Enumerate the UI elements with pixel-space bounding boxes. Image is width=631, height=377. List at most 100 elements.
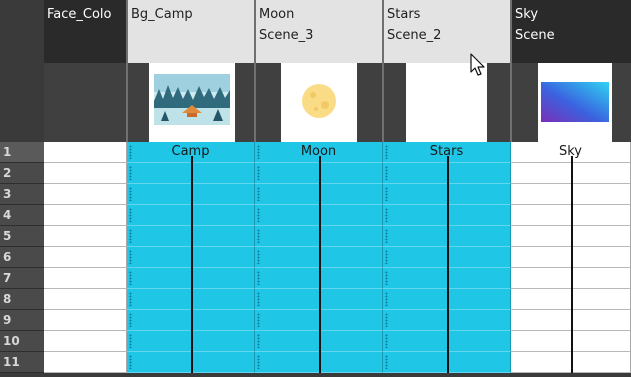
hold-line [319,310,321,331]
hold-line [191,331,193,352]
cell-face-colo[interactable] [44,205,127,226]
drag-handle-icon[interactable] [129,313,132,327]
hold-line [319,289,321,310]
frame-number[interactable]: 5 [0,226,44,247]
cell-face-colo[interactable] [44,289,127,310]
hold-line [447,247,449,268]
column-separator [382,0,384,142]
thumbnail-area [255,63,383,142]
frame-number[interactable]: 3 [0,184,44,205]
cell-face-colo[interactable] [44,352,127,373]
cell-face-colo[interactable] [44,142,127,163]
hold-line [571,352,573,373]
hold-line [319,352,321,373]
hold-line [447,205,449,226]
drag-handle-icon[interactable] [385,229,388,243]
thumbnail-area [511,63,631,142]
cell-face-colo[interactable] [44,163,127,184]
drag-handle-icon[interactable] [257,313,260,327]
column-separator [254,0,256,142]
drag-handle-icon[interactable] [257,271,260,285]
frame-number[interactable]: 1 [0,142,44,163]
hold-line [447,331,449,352]
hold-line [447,289,449,310]
drag-handle-icon[interactable] [257,166,260,180]
drag-handle-icon[interactable] [385,166,388,180]
frame-number[interactable]: 10 [0,331,44,352]
header-corner [0,0,44,142]
drag-handle-icon[interactable] [257,334,260,348]
hold-line [447,352,449,373]
mouse-pointer-icon [470,53,488,81]
cell-face-colo[interactable] [44,226,127,247]
column-separator [510,0,512,142]
frame-number[interactable]: 7 [0,268,44,289]
drag-handle-icon[interactable] [257,187,260,201]
thumbnail-area [127,63,255,142]
column-header-stars[interactable]: Stars Scene_2 [383,0,511,142]
drag-handle-icon[interactable] [129,355,132,369]
drag-handle-icon[interactable] [257,292,260,306]
cell-face-colo[interactable] [44,331,127,352]
drag-handle-icon[interactable] [385,208,388,222]
column-header-face-colo[interactable]: Face_Colo [44,0,127,142]
frame-number[interactable]: 11 [0,352,44,373]
drag-handle-icon[interactable] [129,250,132,264]
drag-handle-icon[interactable] [385,250,388,264]
column-name: Bg_Camp [131,7,193,22]
frame-number[interactable]: 2 [0,163,44,184]
column-header-moon[interactable]: Moon Scene_3 [255,0,383,142]
cell-face-colo[interactable] [44,184,127,205]
hold-line [191,226,193,247]
hold-line [571,268,573,289]
drag-handle-icon[interactable] [385,334,388,348]
frame-number[interactable]: 4 [0,205,44,226]
drag-handle-icon[interactable] [257,250,260,264]
frame-number[interactable]: 6 [0,247,44,268]
drag-handle-icon[interactable] [129,292,132,306]
drag-handle-icon[interactable] [129,334,132,348]
drag-handle-icon[interactable] [129,166,132,180]
cell-face-colo[interactable] [44,247,127,268]
cell-face-colo[interactable] [44,268,127,289]
drag-handle-icon[interactable] [385,187,388,201]
hold-line [571,331,573,352]
drag-handle-icon[interactable] [129,229,132,243]
hold-line [571,163,573,184]
drawing-name: Scene [515,28,555,43]
drag-handle-icon[interactable] [257,229,260,243]
drawing-name: Scene_3 [259,28,314,43]
drag-handle-icon[interactable] [385,313,388,327]
drag-handle-icon[interactable] [257,355,260,369]
column-name: Face_Colo [47,7,112,22]
hold-line [191,247,193,268]
frame-number[interactable]: 9 [0,310,44,331]
hold-line [319,331,321,352]
frame-number[interactable]: 8 [0,289,44,310]
column-header-sky[interactable]: Sky Scene [511,0,631,142]
column-header-bg-camp[interactable]: Bg_Camp [127,0,255,142]
hold-line [191,205,193,226]
drag-handle-icon[interactable] [385,271,388,285]
column-name: Moon [259,7,295,22]
hold-line [571,289,573,310]
sky-gradient-thumbnail-icon [538,63,612,142]
hold-line [319,156,321,163]
hold-line [319,268,321,289]
drag-handle-icon[interactable] [385,292,388,306]
hold-line [319,247,321,268]
cell-face-colo[interactable] [44,310,127,331]
hold-line [447,268,449,289]
drag-handle-icon[interactable] [385,355,388,369]
drag-handle-icon[interactable] [257,208,260,222]
column-name: Stars [387,7,421,22]
hold-line [571,156,573,163]
hold-line [319,205,321,226]
hold-line [191,156,193,163]
hold-line [191,352,193,373]
drag-handle-icon[interactable] [129,187,132,201]
column-name: Sky [515,7,539,22]
drag-handle-icon[interactable] [129,208,132,222]
drag-handle-icon[interactable] [129,271,132,285]
hold-line [447,310,449,331]
